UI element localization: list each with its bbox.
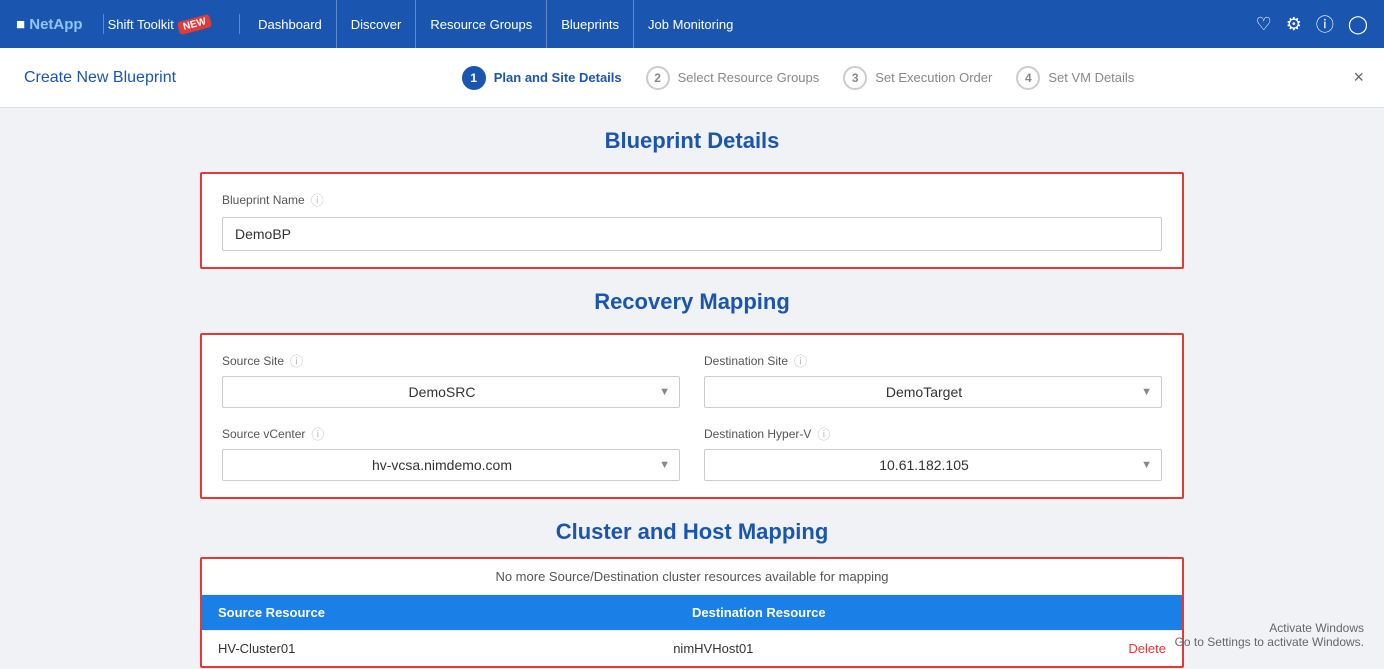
step-label-2: Select Resource Groups [678,70,820,85]
cluster-mapping-card: No more Source/Destination cluster resou… [200,557,1184,668]
source-site-label: Source Site ⓘ [222,351,680,370]
toolkit-name: Shift Toolkit [108,17,174,32]
main-content: Blueprint Details Blueprint Name ⓘ Recov… [0,108,1384,669]
delete-row-button[interactable]: Delete [1128,641,1166,656]
help-icon[interactable]: ⓘ [1316,11,1334,37]
source-vcenter-info-icon[interactable]: ⓘ [311,424,324,443]
gear-icon[interactable]: ⚙ [1286,14,1302,35]
mapping-grid: Source Site ⓘ DemoSRC ▼ Destination Site… [222,351,1162,481]
destination-site-select[interactable]: DemoTarget [704,376,1162,408]
nav-dashboard[interactable]: Dashboard [244,0,337,48]
recovery-mapping-title: Recovery Mapping [200,289,1184,315]
destination-site-select-wrapper: DemoTarget ▼ [704,376,1162,408]
toolkit-badge: NEW [177,13,213,34]
top-nav: ■ NetApp Shift Toolkit NEW Dashboard Dis… [0,0,1384,48]
blueprint-section-title: Blueprint Details [200,128,1184,154]
wizard-steps: 1 Plan and Site Details 2 Select Resourc… [236,66,1360,90]
brand: ■ NetApp [16,16,83,33]
source-vcenter-select-wrapper: hv-vcsa.nimdemo.com ▼ [222,449,680,481]
nav-links: Dashboard Discover Resource Groups Bluep… [244,0,1255,48]
nav-job-monitoring[interactable]: Job Monitoring [634,0,747,48]
close-button[interactable]: × [1353,67,1364,88]
destination-site-label: Destination Site ⓘ [704,351,1162,370]
step-circle-1: 1 [462,66,486,90]
recovery-mapping-card: Source Site ⓘ DemoSRC ▼ Destination Site… [200,333,1184,499]
user-icon[interactable]: ◯ [1348,14,1368,35]
nav-icons: ♡ ⚙ ⓘ ◯ [1256,11,1368,37]
source-site-select[interactable]: DemoSRC [222,376,680,408]
activate-watermark: Activate Windows Go to Settings to activ… [1175,621,1364,649]
nav-discover[interactable]: Discover [337,0,417,48]
wizard-step-2[interactable]: 2 Select Resource Groups [646,66,820,90]
brand-logo: ■ NetApp [16,16,83,33]
blueprint-name-info-icon[interactable]: ⓘ [311,190,324,209]
cluster-info-bar: No more Source/Destination cluster resou… [202,559,1182,595]
step-circle-3: 3 [843,66,867,90]
source-vcenter-label: Source vCenter ⓘ [222,424,680,443]
nav-divider-2 [239,14,240,34]
cluster-section-title: Cluster and Host Mapping [200,519,1184,545]
destination-hyperv-group: Destination Hyper-V ⓘ 10.61.182.105 ▼ [704,424,1162,481]
source-site-select-wrapper: DemoSRC ▼ [222,376,680,408]
nav-blueprints[interactable]: Blueprints [547,0,634,48]
step-label-3: Set Execution Order [875,70,992,85]
destination-hyperv-info-icon[interactable]: ⓘ [817,424,830,443]
wizard-step-1[interactable]: 1 Plan and Site Details [462,66,622,90]
wizard-header: Create New Blueprint 1 Plan and Site Det… [0,48,1384,108]
watermark-line1: Activate Windows [1175,621,1364,635]
cluster-source-resource: HV-Cluster01 [218,641,673,656]
step-circle-4: 4 [1016,66,1040,90]
cluster-table-header: Source Resource Destination Resource [202,595,1182,630]
nav-resource-groups[interactable]: Resource Groups [416,0,547,48]
step-circle-2: 2 [646,66,670,90]
source-vcenter-group: Source vCenter ⓘ hv-vcsa.nimdemo.com ▼ [222,424,680,481]
watermark-line2: Go to Settings to activate Windows. [1175,635,1364,649]
table-row: HV-Cluster01 nimHVHost01 Delete [202,630,1182,666]
cluster-header-source: Source Resource [218,605,692,620]
blueprint-name-card: Blueprint Name ⓘ [200,172,1184,269]
destination-hyperv-select-wrapper: 10.61.182.105 ▼ [704,449,1162,481]
brand-name: NetApp [29,16,82,33]
toolkit-label: Shift Toolkit NEW [108,17,212,32]
blueprint-name-label: Blueprint Name ⓘ [222,190,1162,209]
destination-hyperv-select[interactable]: 10.61.182.105 [704,449,1162,481]
cluster-destination-resource: nimHVHost01 [673,641,1128,656]
destination-site-info-icon[interactable]: ⓘ [794,351,807,370]
wizard-step-3[interactable]: 3 Set Execution Order [843,66,992,90]
bell-icon[interactable]: ♡ [1256,14,1272,35]
nav-divider-1 [103,14,104,34]
cluster-header-destination: Destination Resource [692,605,1166,620]
source-vcenter-select[interactable]: hv-vcsa.nimdemo.com [222,449,680,481]
destination-hyperv-label: Destination Hyper-V ⓘ [704,424,1162,443]
wizard-step-4[interactable]: 4 Set VM Details [1016,66,1134,90]
step-label-1: Plan and Site Details [494,70,622,85]
wizard-title: Create New Blueprint [24,69,176,87]
blueprint-name-input[interactable] [222,217,1162,251]
step-label-4: Set VM Details [1048,70,1134,85]
source-site-group: Source Site ⓘ DemoSRC ▼ [222,351,680,408]
destination-site-group: Destination Site ⓘ DemoTarget ▼ [704,351,1162,408]
source-site-info-icon[interactable]: ⓘ [290,351,303,370]
